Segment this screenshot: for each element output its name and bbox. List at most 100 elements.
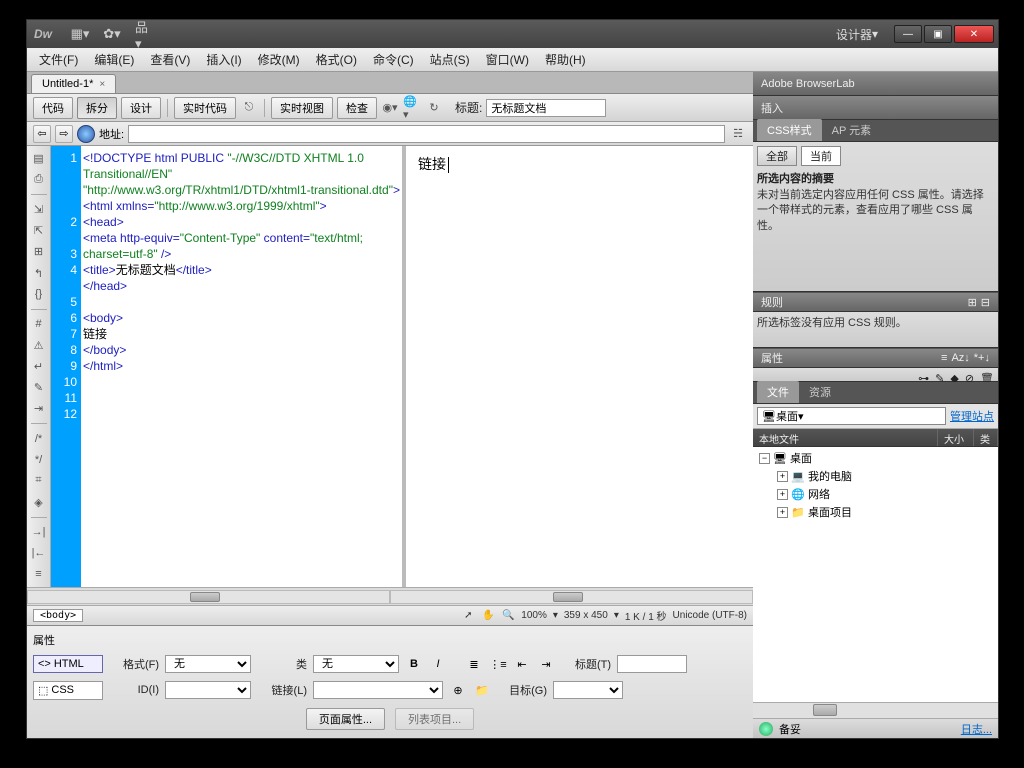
design-hscrollbar[interactable] <box>390 590 753 604</box>
title-attr-input[interactable] <box>617 655 687 673</box>
back-button[interactable]: ⇦ <box>33 125 51 143</box>
italic-button[interactable]: I <box>429 656 447 672</box>
new-rule-icon[interactable]: ✎ <box>935 372 944 377</box>
connection-icon[interactable] <box>759 722 773 736</box>
delete-rule-icon[interactable]: 🗑 <box>980 372 994 377</box>
css-mode-button[interactable]: ⬚ CSS <box>33 681 103 700</box>
menu-window[interactable]: 窗口(W) <box>478 49 537 70</box>
zoom-icon[interactable]: 🔍 <box>501 609 515 623</box>
log-link[interactable]: 日志... <box>961 721 992 737</box>
location-select[interactable]: 🖥 桌面 ▾ <box>757 407 946 425</box>
tag-crumb-body[interactable]: <body> <box>33 609 83 622</box>
property-inspector-title[interactable]: 属性 <box>33 630 747 650</box>
layout-icon[interactable]: ▦▾ <box>71 25 89 43</box>
menu-edit[interactable]: 编辑(E) <box>86 49 142 70</box>
design-view-button[interactable]: 设计 <box>121 97 161 119</box>
address-input[interactable] <box>128 125 725 143</box>
show-category-icon[interactable]: ≡ <box>941 352 947 364</box>
hand-icon[interactable]: ✋ <box>481 609 495 623</box>
format-source-icon[interactable]: ≡ <box>30 566 48 583</box>
syntax-coloring-icon[interactable]: ✎ <box>30 379 48 396</box>
current-button[interactable]: 当前 <box>801 146 841 166</box>
format-select[interactable]: 无 <box>165 655 251 673</box>
menu-view[interactable]: 查看(V) <box>142 49 198 70</box>
code-view[interactable]: 12 34 56 78 910 1112 <!DOCTYPE html PUBL… <box>51 146 406 587</box>
manage-sites-link[interactable]: 管理站点 <box>950 408 994 424</box>
rules-icon[interactable]: ⊞ <box>968 296 977 309</box>
menu-commands[interactable]: 命令(C) <box>365 49 422 70</box>
live-code-button[interactable]: 实时代码 <box>174 97 236 119</box>
browse-folder-icon[interactable]: 📁 <box>473 682 491 698</box>
window-dims[interactable]: 359 x 450 <box>564 610 608 621</box>
forward-button[interactable]: ⇨ <box>55 125 73 143</box>
show-set-icon[interactable]: *+↓ <box>974 352 990 364</box>
file-management-icon[interactable]: ☵ <box>729 125 747 143</box>
inspect-button[interactable]: 检查 <box>337 97 377 119</box>
split-view-button[interactable]: 拆分 <box>77 97 117 119</box>
maximize-button[interactable]: ▣ <box>924 25 952 43</box>
pointer-icon[interactable]: ➚ <box>461 609 475 623</box>
collapse-full-tag-icon[interactable]: ⇲ <box>30 201 48 218</box>
rules-icon2[interactable]: ⊟ <box>981 296 990 309</box>
menu-insert[interactable]: 插入(I) <box>198 49 249 70</box>
html-mode-button[interactable]: <> HTML <box>33 655 103 673</box>
browser-preview-icon[interactable]: 🌐▾ <box>403 99 421 117</box>
apply-comment-icon[interactable]: /* <box>30 430 48 447</box>
expand-toggle-icon[interactable]: + <box>777 471 788 482</box>
highlight-invalid-icon[interactable]: ⚠ <box>30 337 48 354</box>
target-select[interactable] <box>553 681 623 699</box>
indent-icon[interactable]: →| <box>30 524 48 541</box>
scrollbar-thumb[interactable] <box>190 592 220 602</box>
minimize-button[interactable]: — <box>894 25 922 43</box>
collapse-selection-icon[interactable]: ⇱ <box>30 222 48 239</box>
edit-rule-icon[interactable]: ◆ <box>950 372 958 377</box>
disable-icon-icon[interactable]: ⊘ <box>965 372 974 377</box>
col-local[interactable]: 本地文件 <box>753 429 938 446</box>
expand-toggle-icon[interactable]: + <box>777 489 788 500</box>
show-code-navigator-icon[interactable]: ⎙ <box>30 171 48 188</box>
menu-format[interactable]: 格式(O) <box>308 49 365 70</box>
scrollbar-thumb[interactable] <box>553 592 583 602</box>
point-to-file-icon[interactable]: ⊕ <box>449 682 467 698</box>
show-list-icon[interactable]: Aᴢ↓ <box>951 352 969 364</box>
rules-header[interactable]: 规则 ⊞⊟ <box>753 292 998 312</box>
browserlab-panel-header[interactable]: Adobe BrowserLab <box>753 72 998 96</box>
scrollbar-thumb[interactable] <box>813 704 837 716</box>
attach-stylesheet-icon[interactable]: ⊶ <box>918 372 929 377</box>
word-wrap-icon[interactable]: ↵ <box>30 358 48 375</box>
link-select[interactable] <box>313 681 443 699</box>
col-type[interactable]: 类 <box>974 429 998 446</box>
col-size[interactable]: 大小 <box>938 429 974 446</box>
follow-links-icon[interactable]: ⎋ <box>240 99 258 117</box>
refresh-icon[interactable]: ↻ <box>425 99 443 117</box>
zoom-level[interactable]: 100% <box>521 610 547 621</box>
tree-network[interactable]: + 🌐 网络 <box>755 485 996 503</box>
page-properties-button[interactable]: 页面属性... <box>306 708 385 730</box>
line-numbers-icon[interactable]: # <box>30 316 48 333</box>
menu-site[interactable]: 站点(S) <box>422 49 478 70</box>
assets-tab[interactable]: 资源 <box>799 381 841 403</box>
files-hscrollbar[interactable] <box>753 702 998 718</box>
outdent-icon[interactable]: |← <box>30 545 48 562</box>
bold-button[interactable]: B <box>405 656 423 672</box>
multiscreen-icon[interactable]: ◉▾ <box>381 99 399 117</box>
code-text[interactable]: <!DOCTYPE html PUBLIC "-//W3C//DTD XHTML… <box>81 146 402 587</box>
id-select[interactable] <box>165 681 251 699</box>
close-tab-icon[interactable]: × <box>99 79 105 90</box>
ol-button[interactable]: ⋮≡ <box>489 656 507 672</box>
remove-comment-icon[interactable]: */ <box>30 451 48 468</box>
ap-elements-tab[interactable]: AP 元素 <box>822 119 882 141</box>
menu-file[interactable]: 文件(F) <box>31 49 86 70</box>
tree-desktop-items[interactable]: + 📁 桌面项目 <box>755 503 996 521</box>
tree-my-computer[interactable]: + 💻 我的电脑 <box>755 467 996 485</box>
files-tab[interactable]: 文件 <box>757 381 799 403</box>
move-css-icon[interactable]: ◈ <box>30 493 48 510</box>
collapse-toggle-icon[interactable]: − <box>759 453 770 464</box>
expand-all-icon[interactable]: ⊞ <box>30 243 48 260</box>
code-hscrollbar[interactable] <box>27 590 390 604</box>
dropdown-icon[interactable]: ▾ <box>614 610 619 621</box>
recent-snippets-icon[interactable]: ⌗ <box>30 472 48 489</box>
design-view[interactable]: 链接 <box>406 146 753 587</box>
all-button[interactable]: 全部 <box>757 146 797 166</box>
dropdown-icon[interactable]: ▾ <box>553 610 558 621</box>
